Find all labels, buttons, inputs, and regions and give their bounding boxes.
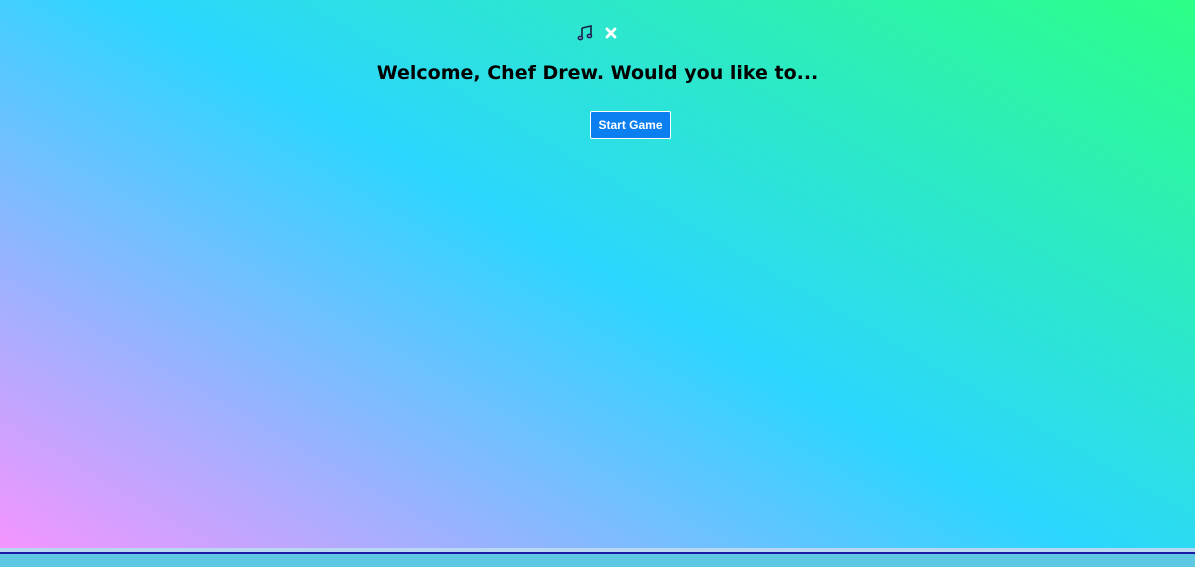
start-game-button[interactable]: Start Game (590, 111, 671, 139)
top-controls (0, 24, 1195, 42)
close-icon[interactable] (602, 24, 620, 42)
footer-bar (0, 554, 1195, 567)
game-menu-screen: Welcome, Chef Drew. Would you like to...… (0, 0, 1195, 548)
music-note-icon[interactable] (576, 24, 594, 42)
welcome-heading: Welcome, Chef Drew. Would you like to... (376, 62, 819, 84)
